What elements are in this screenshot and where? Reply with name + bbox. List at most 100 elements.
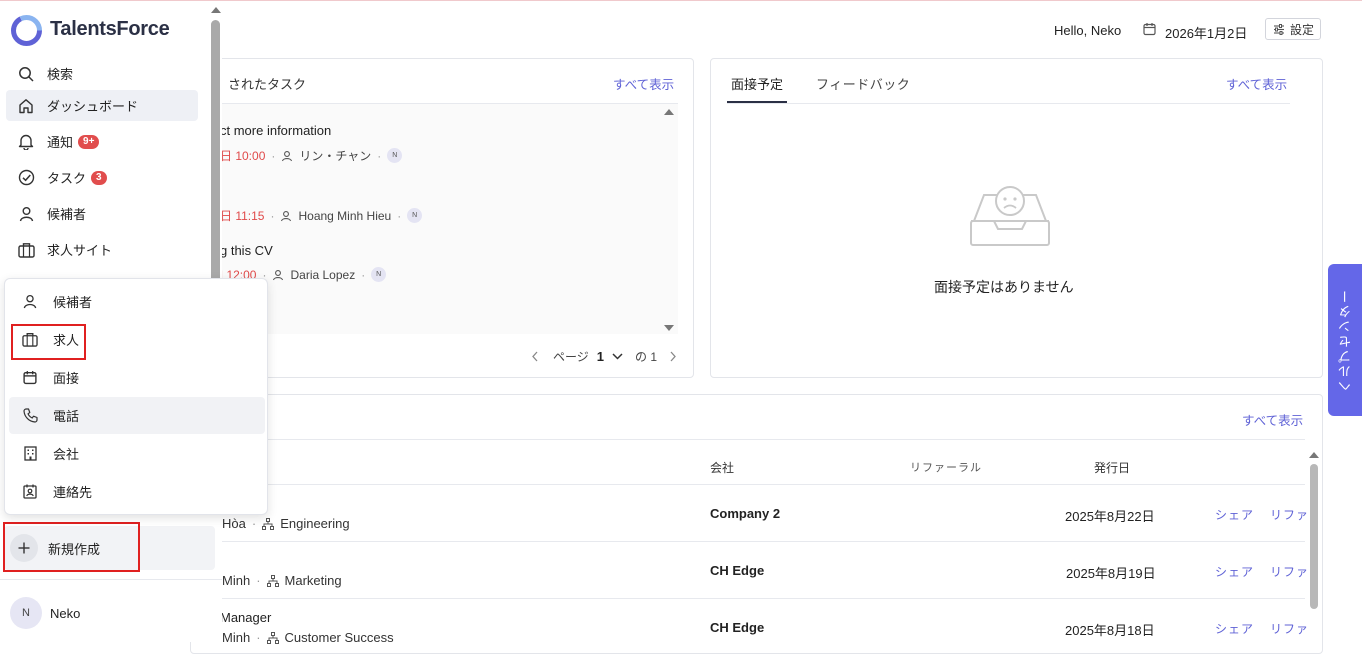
department-icon [266, 631, 279, 644]
help-center-tab[interactable]: ヘルプセンター [1328, 264, 1362, 416]
share-link[interactable]: シェア [1215, 620, 1254, 637]
phone-icon [20, 408, 40, 423]
user-icon [272, 269, 284, 281]
sidebar-scrollbar-thumb[interactable] [211, 20, 220, 300]
sidebar-item-notifications[interactable]: 通知 9+ [6, 126, 198, 157]
share-link[interactable]: シェア [1215, 506, 1254, 523]
sidebar-item-label: ダッシュボード [47, 99, 139, 114]
calendar-icon [1143, 22, 1156, 36]
department-icon [266, 574, 279, 587]
interviews-view-all-link[interactable]: すべて表示 [1226, 74, 1287, 93]
user-icon [281, 150, 293, 162]
refer-link[interactable]: リファ [1270, 506, 1309, 523]
divider [190, 439, 1305, 440]
divider [190, 541, 1305, 542]
avatar: N [371, 267, 387, 282]
tasks-view-all-link[interactable]: すべて表示 [613, 74, 674, 93]
current-date: 2026年1月2日 [1165, 26, 1248, 41]
notification-count-badge: 9+ [78, 134, 100, 149]
job-company: CH Edge [710, 563, 765, 578]
task-assignee: Daria Lopez [290, 267, 356, 282]
job-location: Hòa [222, 516, 246, 531]
building-icon [20, 446, 40, 461]
avatar: N [387, 148, 403, 163]
pagination: ページ 1 の 1 [531, 348, 677, 365]
bell-icon [16, 133, 36, 150]
task-title[interactable]: ct more information [220, 123, 331, 138]
tab-scheduled-interviews[interactable]: 面接予定 [731, 74, 783, 93]
job-location: Minh [222, 573, 251, 588]
job-company: Company 2 [710, 506, 781, 521]
column-published: 発行日 [1094, 461, 1131, 475]
menu-item-phone[interactable]: 電話 [9, 397, 265, 434]
page-select[interactable]: 1 [597, 349, 604, 364]
chevron-right-icon[interactable] [669, 351, 677, 362]
column-referral: リファーラル [910, 462, 982, 474]
menu-item-interview[interactable]: 面接 [9, 359, 265, 396]
table-row[interactable]: Hòa · Engineering [222, 516, 350, 531]
empty-inbox-icon [968, 185, 1052, 249]
interviews-card: 面接予定 フィードバック すべて表示 面接予定はありません [710, 58, 1323, 378]
sidebar-item-label: 通知 [47, 135, 74, 150]
menu-item-company[interactable]: 会社 [9, 435, 265, 472]
refer-link[interactable]: リファ [1270, 620, 1309, 637]
menu-item-candidate[interactable]: 候補者 [9, 283, 265, 320]
sidebar-item-label: 検索 [47, 67, 74, 82]
table-row[interactable]: Minh · Customer Success [222, 630, 394, 645]
sidebar-item-label: タスク [47, 171, 87, 186]
search-icon [16, 66, 36, 82]
chevron-left-icon[interactable] [531, 351, 539, 362]
table-scrollbar-thumb[interactable] [1310, 464, 1318, 609]
user-icon [16, 206, 36, 222]
divider [727, 103, 1290, 104]
menu-item-label: 会社 [53, 447, 80, 462]
home-icon [16, 98, 36, 114]
chevron-down-icon[interactable] [612, 353, 623, 360]
department-icon [262, 517, 275, 530]
table-row[interactable]: Minh · Marketing [222, 573, 342, 588]
tasks-card-title: されたタスク [228, 77, 307, 92]
highlight-box [11, 324, 86, 360]
empty-state-text: 面接予定はありません [934, 279, 1074, 295]
refer-link[interactable]: リファ [1270, 563, 1309, 580]
sidebar-item-job-site[interactable]: 求人サイト [6, 234, 198, 265]
jobs-view-all-link[interactable]: すべて表示 [1242, 410, 1303, 429]
share-link[interactable]: シェア [1215, 563, 1254, 580]
avatar: N [407, 208, 423, 223]
page-label: ページ [553, 350, 589, 364]
job-title[interactable]: Manager [220, 610, 271, 625]
settings-label: 設定 [1290, 22, 1315, 37]
help-center-label: ヘルプセンター [1337, 287, 1353, 393]
greeting-text: Hello, Neko [1054, 23, 1122, 38]
job-department: Customer Success [284, 630, 394, 645]
divider [190, 598, 1305, 599]
scroll-up-arrow[interactable] [664, 109, 674, 115]
scroll-up-arrow[interactable] [211, 7, 221, 13]
tab-feedback[interactable]: フィードバック [816, 74, 910, 93]
sidebar-item-label: 求人サイト [47, 243, 113, 258]
job-date: 2025年8月22日 [1065, 509, 1155, 524]
task-assignee: Hoang Minh Hieu [298, 208, 392, 223]
task-meta: 日 10:00 · リン・チャン · N [220, 147, 403, 164]
sidebar-item-tasks[interactable]: タスク 3 [6, 162, 198, 193]
task-meta: 日 11:15 · Hoang Minh Hieu · N [220, 207, 423, 224]
task-time: 日 11:15 [220, 209, 265, 223]
column-company: 会社 [710, 461, 735, 475]
divider [190, 484, 1305, 485]
scroll-down-arrow[interactable] [664, 325, 674, 331]
sidebar-item-search[interactable]: 検索 [6, 58, 198, 89]
job-date: 2025年8月19日 [1066, 566, 1156, 581]
menu-item-label: 連絡先 [53, 485, 93, 500]
sliders-icon [1273, 23, 1285, 35]
calendar-icon [20, 370, 40, 385]
task-title[interactable]: g this CV [220, 243, 273, 258]
menu-item-label: 面接 [53, 371, 80, 386]
job-company: CH Edge [710, 620, 765, 635]
user-profile[interactable]: N Neko [0, 579, 222, 643]
sidebar-item-dashboard[interactable]: ダッシュボード [6, 90, 198, 121]
sidebar-item-candidates[interactable]: 候補者 [6, 198, 198, 229]
job-date: 2025年8月18日 [1065, 623, 1155, 638]
scroll-up-arrow[interactable] [1309, 452, 1319, 458]
menu-item-contact[interactable]: 連絡先 [9, 473, 265, 510]
settings-button[interactable]: 設定 [1265, 18, 1321, 40]
